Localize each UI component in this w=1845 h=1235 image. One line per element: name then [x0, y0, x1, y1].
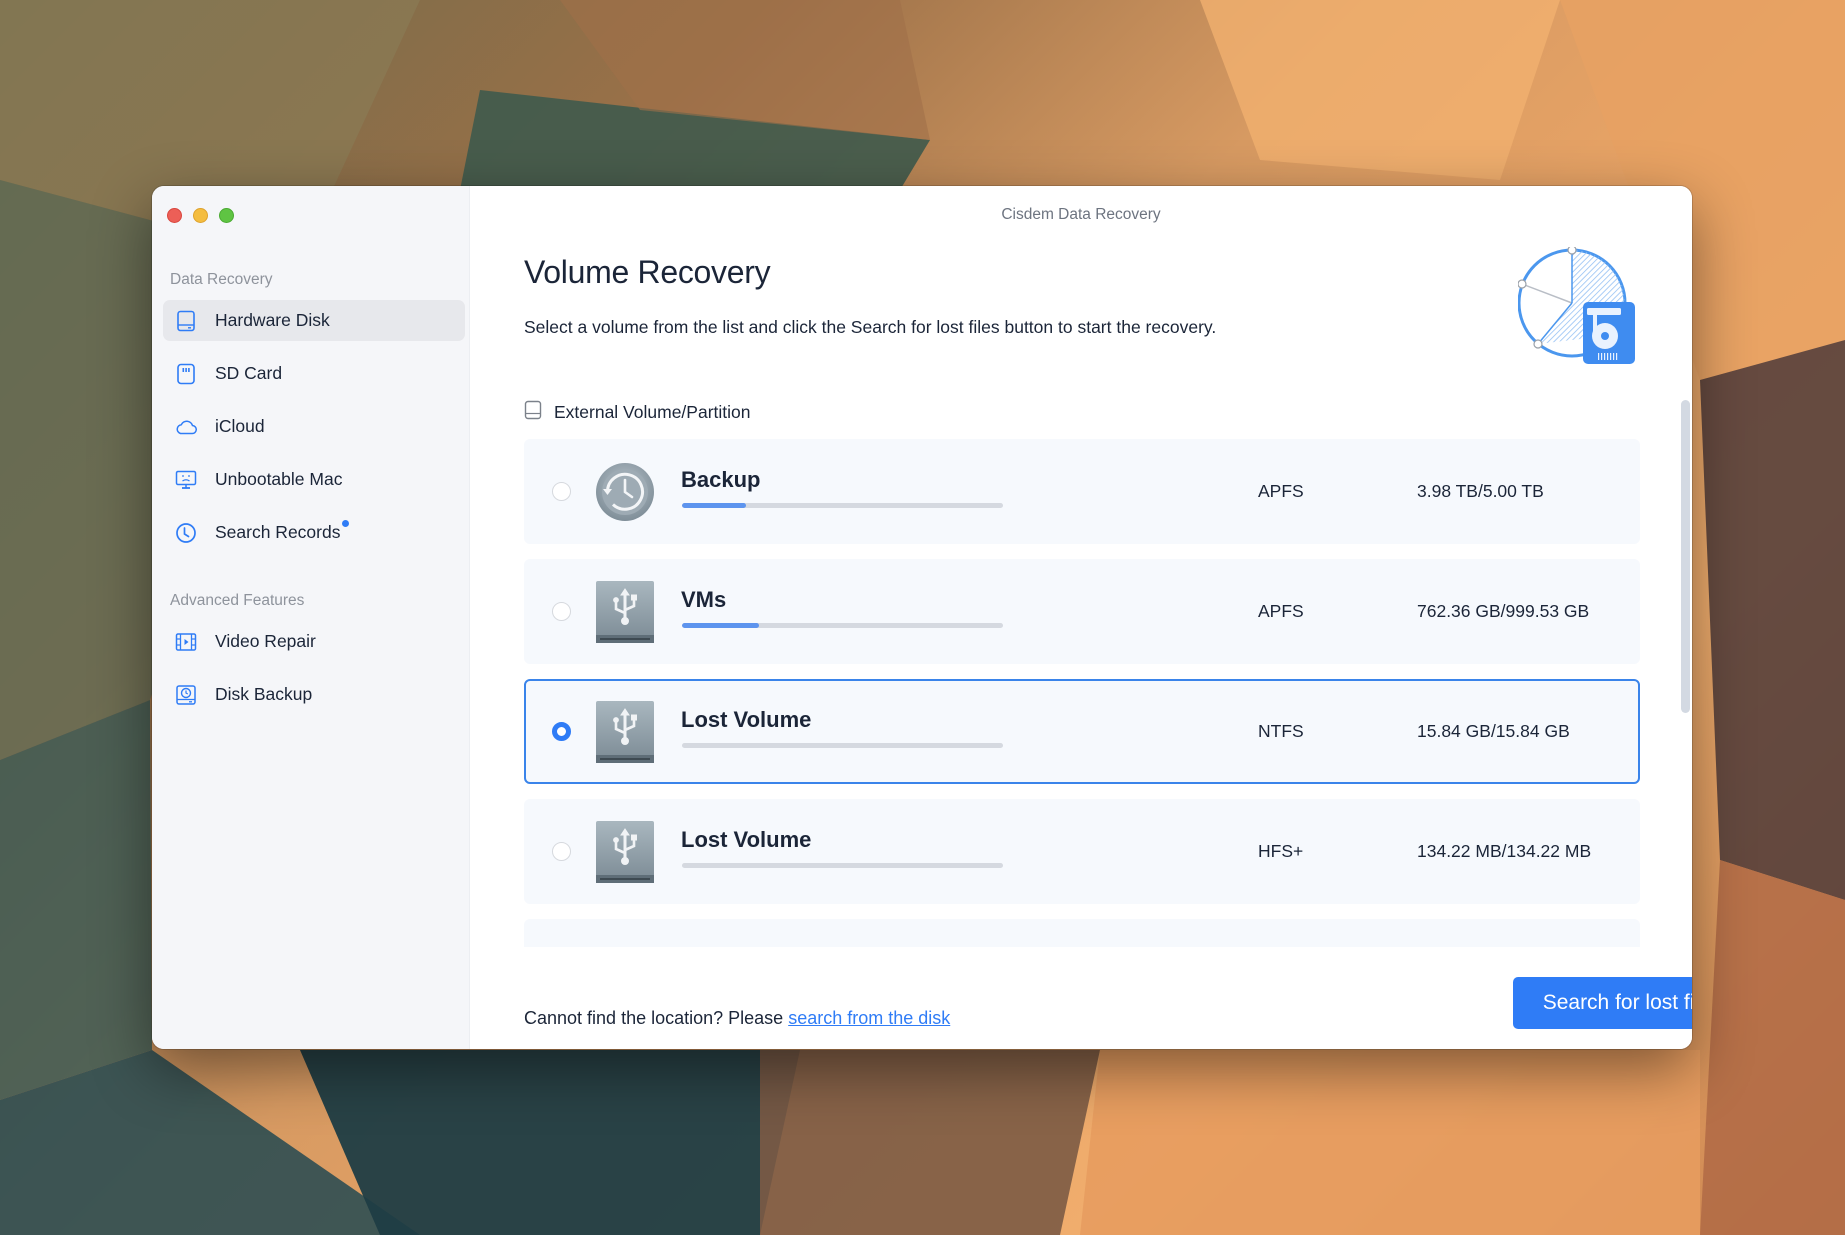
footer-prompt: Cannot find the location? Please search … [524, 1008, 950, 1029]
sidebar-item-label: iCloud [215, 416, 265, 436]
usage-bar-fill [682, 503, 747, 508]
section-label-data-recovery: Data Recovery [170, 271, 273, 288]
app-window: Data Recovery Hardware Disk SD Card iClo… [152, 186, 1692, 1049]
minimize-window-button[interactable] [193, 208, 208, 223]
usage-bar-fill [682, 623, 760, 628]
clock-icon [175, 522, 197, 544]
volume-radio-selected[interactable] [552, 722, 571, 741]
volume-size: 762.36 GB/999.53 GB [1417, 601, 1590, 621]
notification-dot [342, 520, 350, 527]
filesystem-label: APFS [1258, 481, 1304, 501]
list-header: External Volume/Partition [524, 400, 751, 425]
sidebar-item-label: SD Card [215, 363, 283, 383]
list-scrollbar[interactable] [1681, 400, 1690, 713]
film-icon [175, 631, 197, 653]
volume-name: Backup [681, 467, 761, 492]
close-window-button[interactable] [167, 208, 182, 223]
usb-drive-icon [594, 821, 656, 883]
window-title: Cisdem Data Recovery [1001, 206, 1161, 223]
zoom-window-button[interactable] [219, 208, 234, 223]
sidebar-item-icloud[interactable]: iCloud [163, 406, 465, 447]
sidebar-item-label: Search Records [215, 520, 350, 543]
usb-drive-icon [594, 581, 656, 643]
filesystem-label: HFS+ [1258, 841, 1304, 861]
cloud-icon [175, 416, 197, 438]
volume-list: Backup APFS 3.98 TB/5.00 TB VMs APFS 762… [524, 439, 1640, 947]
sidebar-item-video-repair[interactable]: Video Repair [163, 621, 465, 662]
sidebar: Data Recovery Hardware Disk SD Card iClo… [152, 186, 470, 1049]
volume-radio[interactable] [552, 482, 571, 501]
disk-backup-icon [175, 684, 197, 706]
filesystem-label: APFS [1258, 601, 1304, 621]
sidebar-item-unbootable-mac[interactable]: Unbootable Mac [163, 459, 465, 500]
sidebar-item-hardware-disk[interactable]: Hardware Disk [163, 300, 465, 341]
search-from-disk-link[interactable]: search from the disk [788, 1008, 950, 1028]
volume-size: 134.22 MB/134.22 MB [1417, 841, 1592, 861]
page-description: Select a volume from the list and click … [524, 317, 1217, 337]
sidebar-item-search-records[interactable]: Search Records [163, 512, 465, 553]
sidebar-item-label: Unbootable Mac [215, 469, 343, 489]
sidebar-item-label: Disk Backup [215, 684, 313, 704]
volume-size: 15.84 GB/15.84 GB [1417, 721, 1570, 741]
volume-name: Lost Volume [681, 827, 812, 852]
page-title: Volume Recovery [524, 254, 771, 290]
volume-row[interactable]: Lost Volume HFS+ 134.22 MB/134.22 MB [524, 799, 1640, 904]
sidebar-item-label: Hardware Disk [215, 310, 330, 330]
volume-recovery-illustration [1517, 245, 1638, 367]
time-machine-icon [594, 461, 656, 523]
usage-bar [682, 503, 1003, 508]
usage-bar [682, 623, 1003, 628]
pie-disk-icon [1517, 245, 1635, 364]
sidebar-item-disk-backup[interactable]: Disk Backup [163, 674, 465, 715]
sidebar-item-label: Video Repair [215, 631, 316, 651]
usb-drive-icon [594, 701, 656, 763]
volume-radio[interactable] [552, 602, 571, 621]
volume-row-selected[interactable]: Lost Volume NTFS 15.84 GB/15.84 GB [524, 679, 1640, 784]
usage-bar [682, 863, 1003, 868]
volume-row[interactable]: VMs APFS 762.36 GB/999.53 GB [524, 559, 1640, 664]
section-label-advanced-features: Advanced Features [170, 592, 305, 609]
search-for-lost-files-button[interactable]: Search for lost files [1513, 977, 1692, 1029]
external-drive-icon [524, 400, 542, 425]
sidebar-item-label-text: Search Records [215, 522, 341, 542]
sidebar-item-sd-card[interactable]: SD Card [163, 353, 465, 394]
volume-size: 3.98 TB/5.00 TB [1417, 481, 1544, 501]
volume-row-partial[interactable] [524, 919, 1640, 947]
search-button-label: Search for lost files [1542, 991, 1692, 1014]
filesystem-label: NTFS [1258, 721, 1304, 741]
volume-row[interactable]: Backup APFS 3.98 TB/5.00 TB [524, 439, 1640, 544]
list-header-label: External Volume/Partition [554, 402, 751, 422]
main-panel: Cisdem Data Recovery Volume Recovery Sel… [470, 186, 1692, 1049]
usage-bar [682, 743, 1003, 748]
volume-name: Lost Volume [681, 707, 812, 732]
sd-card-icon [175, 363, 197, 385]
usb-drive-icon [594, 941, 656, 947]
volume-name: VMs [681, 587, 727, 612]
sad-monitor-icon [175, 469, 197, 491]
footer-prompt-text: Cannot find the location? Please [524, 1008, 789, 1028]
hard-disk-icon [175, 310, 197, 332]
volume-radio[interactable] [552, 842, 571, 861]
